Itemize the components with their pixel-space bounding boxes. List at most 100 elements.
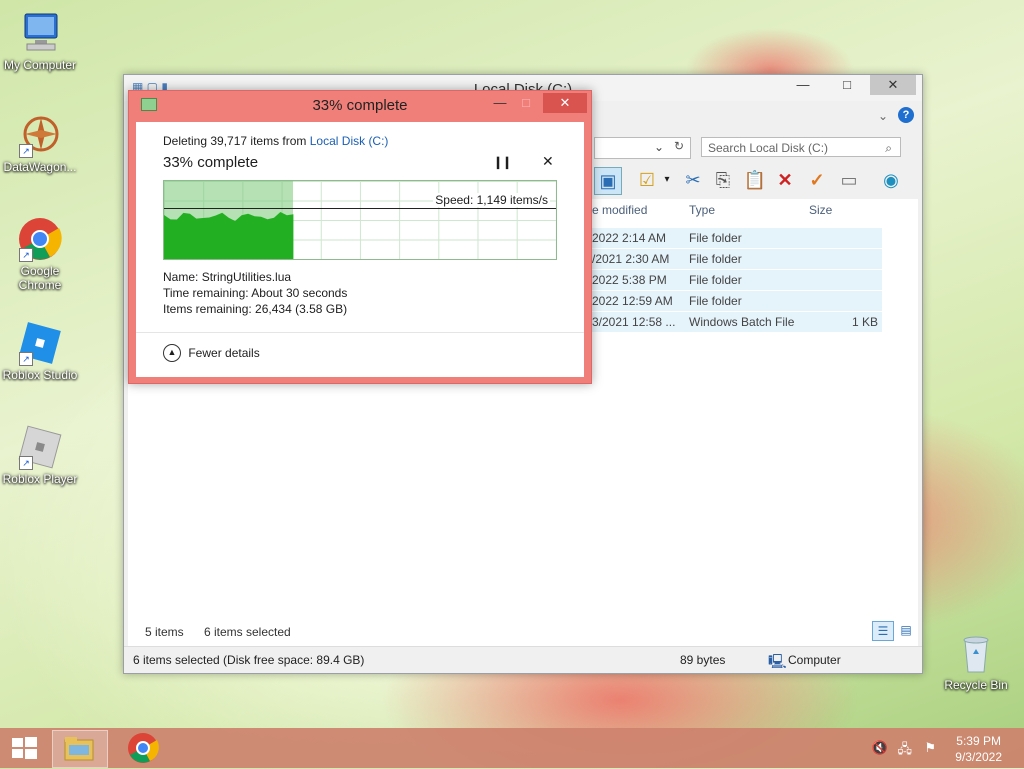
shortcut-arrow-icon: ↗ [19, 352, 33, 366]
checkmark-icon[interactable]: ✓ [804, 167, 830, 193]
column-header-size[interactable]: Size [809, 203, 832, 217]
shell-icon[interactable]: ◉ [878, 167, 904, 193]
speed-label: Speed: 1,149 items/s [433, 193, 550, 207]
file-row[interactable]: /2021 2:30 AM File folder [592, 248, 882, 269]
large-icons-view-icon[interactable]: ▤ [896, 621, 916, 639]
action-center-icon[interactable]: ⚑ [924, 740, 936, 756]
ribbon-collapse-icon[interactable]: ⌄ [878, 109, 888, 123]
desktop-icon-recycle-bin[interactable]: Recycle Bin [936, 630, 1016, 692]
taskbar-chrome[interactable] [118, 730, 166, 766]
taskbar-clock[interactable]: 5:39 PM 9/3/2022 [955, 733, 1002, 765]
file-type: File folder [689, 294, 742, 308]
details-view-icon[interactable]: ☰ [872, 621, 894, 641]
dialog-maximize-button[interactable]: □ [509, 93, 543, 113]
volume-muted-icon[interactable]: 🔇 [872, 740, 888, 756]
desktop-icon-datawagon[interactable]: ↗ DataWagon... [0, 112, 80, 174]
dropdown-arrow-icon[interactable]: ▾ [654, 167, 680, 193]
dialog-title-bar[interactable]: 33% complete — □ ✕ [129, 91, 591, 119]
clock-time: 5:39 PM [956, 734, 1001, 748]
file-date: 3/2021 12:58 ... [592, 315, 676, 329]
search-icon: ⌕ [885, 141, 892, 155]
file-type: Windows Batch File [689, 315, 795, 329]
close-button[interactable]: ✕ [870, 75, 916, 95]
rename-icon[interactable]: ▭ [836, 167, 862, 193]
column-header-type[interactable]: Type [689, 203, 715, 217]
file-size: 1 KB [851, 315, 878, 329]
refresh-icon[interactable]: ↻ [674, 139, 684, 153]
file-row[interactable]: 2022 2:14 AM File folder [592, 227, 882, 248]
file-type: File folder [689, 273, 742, 287]
delete-progress-dialog: 33% complete — □ ✕ Deleting 39,717 items… [128, 90, 592, 384]
file-type: File folder [689, 252, 742, 266]
datawagon-icon: ↗ [17, 112, 63, 158]
recycle-bin-icon [953, 630, 999, 676]
cancel-button[interactable]: ✕ [542, 153, 554, 170]
desktop-icon-roblox-studio[interactable]: ↗ Roblox Studio [0, 320, 80, 382]
file-row[interactable]: 2022 5:38 PM File folder [592, 269, 882, 290]
desktop-icon-my-computer[interactable]: My Computer [0, 10, 80, 72]
dialog-close-button[interactable]: ✕ [543, 93, 587, 113]
computer-icon [17, 10, 63, 56]
paste-icon[interactable]: 📋 [742, 167, 768, 193]
desktop-icon-label: Roblox Studio [2, 368, 78, 382]
chrome-icon: ↗ [17, 216, 63, 262]
status-bar: 6 items selected (Disk free space: 89.4 … [124, 646, 922, 673]
items-label: Items remaining: [163, 302, 252, 316]
status-selection: 6 items selected (Disk free space: 89.4 … [133, 653, 365, 667]
cut-icon[interactable]: ✂ [680, 167, 706, 193]
start-button[interactable] [0, 730, 48, 766]
divider [136, 332, 584, 333]
clock-date: 9/3/2022 [955, 750, 1002, 764]
shortcut-arrow-icon: ↗ [19, 144, 33, 158]
maximize-button[interactable]: □ [830, 75, 864, 95]
items-value: 26,434 (3.58 GB) [255, 302, 348, 316]
roblox-studio-icon: ↗ [17, 320, 63, 366]
rate-area [164, 212, 294, 259]
detail-time: Time remaining: About 30 seconds [163, 286, 347, 300]
minimize-button[interactable]: — [786, 75, 820, 95]
shortcut-arrow-icon: ↗ [19, 456, 33, 470]
file-row[interactable]: 2022 12:59 AM File folder [592, 290, 882, 311]
delete-icon[interactable]: ✕ [772, 167, 798, 193]
file-date: /2021 2:30 AM [592, 252, 670, 266]
file-date: 2022 5:38 PM [592, 273, 667, 287]
detail-name: Name: StringUtilities.lua [163, 270, 291, 284]
pause-button[interactable]: ❙❙ [493, 155, 512, 169]
copy-icon[interactable]: ⎘ [710, 167, 736, 193]
help-icon[interactable]: ? [898, 107, 914, 123]
desktop-icon-label: My Computer [3, 58, 77, 72]
computer-small-icon: 🖳 [768, 653, 787, 669]
file-date: 2022 12:59 AM [592, 294, 673, 308]
file-type: File folder [689, 231, 742, 245]
chevron-up-icon: ▲ [163, 344, 181, 362]
desktop-icon-google-chrome[interactable]: ↗ Google Chrome [0, 216, 80, 292]
shortcut-arrow-icon: ↗ [19, 248, 33, 262]
fewer-details-button[interactable]: ▲ Fewer details [163, 344, 260, 362]
desktop-icon-roblox-player[interactable]: ↗ Roblox Player [0, 424, 80, 486]
windows-logo-icon [12, 737, 37, 759]
preview-pane-icon[interactable]: ▣ [594, 167, 622, 195]
desktop-icon-label: DataWagon... [3, 160, 77, 174]
column-header-date-modified[interactable]: e modified [592, 203, 647, 217]
deleting-location-link[interactable]: Local Disk (C:) [310, 134, 389, 148]
status-location: Computer [788, 653, 841, 667]
network-icon[interactable]: 🖧 [898, 740, 913, 762]
chrome-icon [128, 733, 159, 763]
taskbar: 🔇 🖧 ⚑ 5:39 PM 9/3/2022 [0, 728, 1024, 768]
desktop-icon-label: Google Chrome [18, 264, 62, 292]
name-value: StringUtilities.lua [201, 270, 292, 284]
taskbar-file-explorer[interactable] [52, 730, 108, 768]
fewer-details-label: Fewer details [188, 346, 260, 360]
file-row[interactable]: 3/2021 12:58 ... Windows Batch File 1 KB [592, 311, 882, 332]
detail-items: Items remaining: 26,434 (3.58 GB) [163, 302, 347, 316]
status-bar-upper: 5 items 6 items selected ☰ ▤ [128, 617, 918, 647]
address-dropdown-icon[interactable]: ⌄ [654, 140, 664, 154]
dialog-body: Deleting 39,717 items from Local Disk (C… [136, 122, 584, 377]
folder-icon [64, 737, 94, 761]
transfer-rate-graph: Speed: 1,149 items/s [163, 180, 557, 260]
search-input[interactable]: Search Local Disk (C:) ⌕ [701, 137, 901, 157]
speed-line [164, 208, 556, 209]
address-bar[interactable]: ⌄ ↻ [594, 137, 691, 159]
desktop-icon-label: Recycle Bin [944, 678, 1008, 692]
roblox-player-icon: ↗ [17, 424, 63, 470]
